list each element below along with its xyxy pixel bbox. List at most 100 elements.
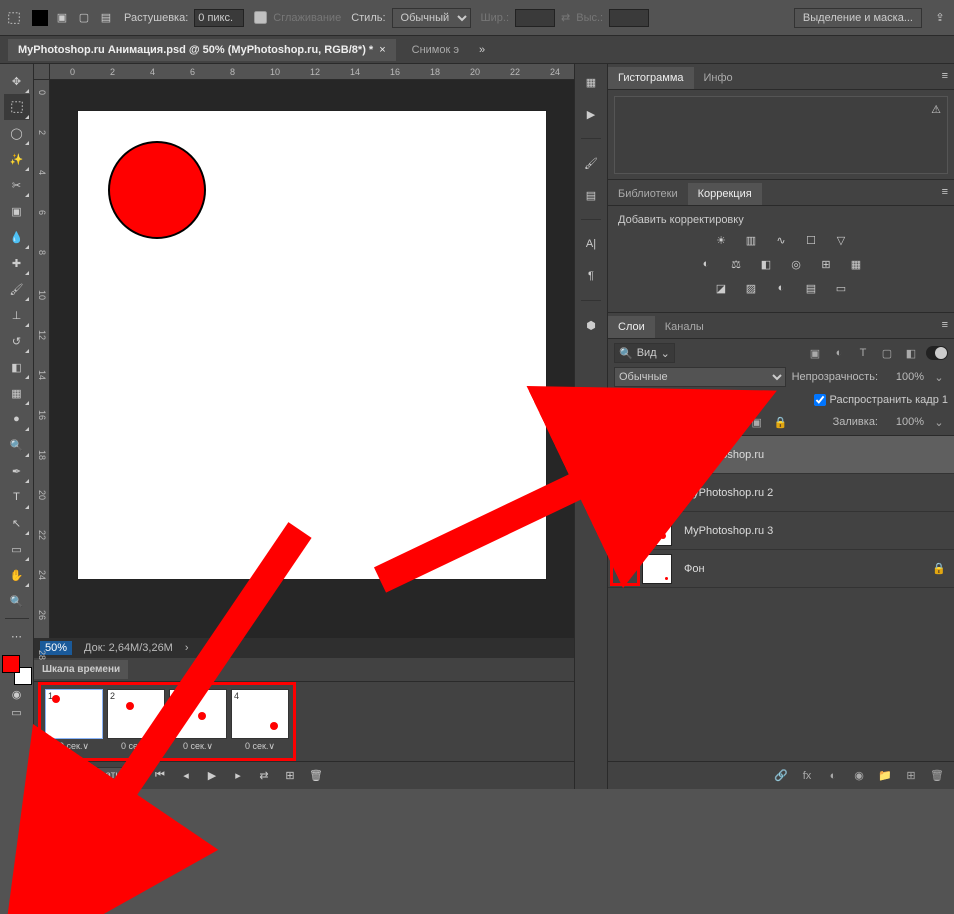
prev-frame-button[interactable]: ◂ — [176, 766, 196, 786]
document-tab-active[interactable]: MyPhotoshop.ru Анимация.psd @ 50% (MyPho… — [8, 39, 396, 61]
duplicate-frame-button[interactable]: ⊞ — [280, 766, 300, 786]
tab-histogram[interactable]: Гистограмма — [608, 67, 694, 89]
threshold-icon[interactable]: ◐ — [771, 280, 791, 296]
panel-menu-icon[interactable]: ≡ — [942, 319, 948, 331]
tab-channels[interactable]: Каналы — [655, 316, 714, 338]
healing-tool[interactable]: ✚ — [4, 250, 30, 276]
levels-icon[interactable]: ▥ — [741, 232, 761, 248]
style-select[interactable]: Обычный — [392, 8, 471, 28]
play-button[interactable]: ▶ — [202, 766, 222, 786]
crop-tool[interactable]: ✂ — [4, 172, 30, 198]
balance-icon[interactable]: ⚖ — [726, 256, 746, 272]
gradient-map-icon[interactable]: ▭ — [831, 280, 851, 296]
pen-tool[interactable]: ✒ — [4, 458, 30, 484]
group-icon[interactable]: 📁 — [876, 767, 894, 785]
exposure-icon[interactable]: ☐ — [801, 232, 821, 248]
timeline-frame[interactable]: 40 сек.∨ — [231, 689, 289, 754]
brightness-icon[interactable]: ☀ — [711, 232, 731, 248]
add-selection-icon[interactable]: ▣ — [54, 10, 70, 26]
brush-tool[interactable]: 🖌 — [4, 276, 30, 302]
brushes-panel-icon[interactable]: 🖌 — [579, 151, 603, 175]
canvas-viewport[interactable] — [50, 80, 574, 638]
filter-smart-icon[interactable]: ◧ — [902, 344, 920, 362]
timeline-menu-icon[interactable]: ≡ — [40, 766, 60, 786]
screenmode-icon[interactable]: ▭ — [6, 703, 28, 721]
lock-pixels-icon[interactable]: 🖌 — [700, 413, 718, 431]
unify-vis-icon[interactable]: 👁 — [728, 391, 746, 409]
tab-info[interactable]: Инфо — [694, 67, 743, 89]
history-brush-tool[interactable]: ↺ — [4, 328, 30, 354]
layer-mask-icon[interactable]: ◐ — [824, 767, 842, 785]
lookup-icon[interactable]: ▦ — [846, 256, 866, 272]
hand-tool[interactable]: ✋ — [4, 562, 30, 588]
lock-all-icon[interactable]: 🔒 — [772, 413, 790, 431]
next-frame-button[interactable]: ▸ — [228, 766, 248, 786]
layer-thumbnail[interactable] — [642, 478, 672, 508]
lasso-tool[interactable]: ◯ — [4, 120, 30, 146]
adjustment-layer-icon[interactable]: ◉ — [850, 767, 868, 785]
layer-row[interactable]: 👁 MyPhotoshop.ru — [608, 436, 954, 474]
edit-toolbar-icon[interactable]: ⋯ — [4, 623, 30, 649]
filter-adj-icon[interactable]: ◐ — [830, 344, 848, 362]
timeline-frame[interactable]: 30 сек.∨ — [169, 689, 227, 754]
color-panel-icon[interactable]: ▦ — [579, 70, 603, 94]
tabs-overflow-icon[interactable]: » — [479, 44, 485, 56]
layer-row[interactable]: Фон 🔒 — [608, 550, 954, 588]
tween-button[interactable]: ⇄ — [254, 766, 274, 786]
mixer-icon[interactable]: ⊞ — [816, 256, 836, 272]
chevron-down-icon[interactable]: ⌄ — [930, 413, 948, 431]
play-panel-icon[interactable]: ▶ — [579, 102, 603, 126]
warning-icon[interactable]: ⚠ — [931, 103, 941, 116]
share-icon[interactable]: ⇪ — [932, 10, 948, 26]
first-frame-button[interactable]: ⏮ — [150, 766, 170, 786]
frame-delay[interactable]: 0 сек.∨ — [45, 739, 103, 754]
selective-icon[interactable]: ▤ — [801, 280, 821, 296]
stamp-tool[interactable]: ⊥ — [4, 302, 30, 328]
timeline-tab[interactable]: Шкала времени — [34, 660, 128, 679]
new-layer-icon[interactable]: ⊞ — [902, 767, 920, 785]
color-swatches[interactable] — [2, 655, 32, 685]
timeline-frame[interactable]: 10 сек.∨ — [45, 689, 103, 754]
loop-select[interactable]: Однократно — [66, 767, 144, 785]
tab-libraries[interactable]: Библиотеки — [608, 183, 688, 205]
frame-delay[interactable]: 0 сек.∨ — [231, 739, 289, 754]
blur-tool[interactable]: ● — [4, 406, 30, 432]
tab-adjustments[interactable]: Коррекция — [688, 183, 762, 205]
magic-wand-tool[interactable]: ✨ — [4, 146, 30, 172]
feather-input[interactable] — [194, 9, 244, 27]
3d-panel-icon[interactable]: ⬢ — [579, 313, 603, 337]
eyedropper-tool[interactable]: 💧 — [4, 224, 30, 250]
frame-tool[interactable]: ▣ — [4, 198, 30, 224]
close-tab-icon[interactable]: × — [379, 44, 385, 56]
invert-icon[interactable]: ◪ — [711, 280, 731, 296]
vibrance-icon[interactable]: ▽ — [831, 232, 851, 248]
filter-shape-icon[interactable]: ▢ — [878, 344, 896, 362]
photo-filter-icon[interactable]: ◎ — [786, 256, 806, 272]
fg-color[interactable] — [2, 655, 20, 673]
layer-thumbnail[interactable] — [642, 516, 672, 546]
posterize-icon[interactable]: ▨ — [741, 280, 761, 296]
curves-icon[interactable]: ∿ — [771, 232, 791, 248]
canvas[interactable] — [77, 110, 547, 580]
panel-menu-icon[interactable]: ≡ — [942, 70, 948, 82]
link-layers-icon[interactable]: 🔗 — [772, 767, 790, 785]
delete-frame-button[interactable]: 🗑 — [306, 766, 326, 786]
character-panel-icon[interactable]: A| — [579, 232, 603, 256]
eraser-tool[interactable]: ◧ — [4, 354, 30, 380]
status-menu-icon[interactable]: › — [185, 642, 189, 654]
zoom-tool[interactable]: 🔍 — [4, 588, 30, 614]
move-tool[interactable]: ✥ — [4, 68, 30, 94]
gradient-tool[interactable]: ▦ — [4, 380, 30, 406]
unify-pos-icon[interactable]: ✥ — [704, 391, 722, 409]
opacity-value[interactable]: 100% — [884, 371, 924, 383]
swatches-panel-icon[interactable]: ▤ — [579, 183, 603, 207]
path-select-tool[interactable]: ↖ — [4, 510, 30, 536]
new-selection-icon[interactable] — [32, 10, 48, 26]
filter-type-icon[interactable]: T — [854, 344, 872, 362]
propagate-checkbox[interactable]: Распространить кадр 1 — [814, 394, 948, 406]
lock-pos-icon[interactable]: ✥ — [724, 413, 742, 431]
lock-artboard-icon[interactable]: ▣ — [748, 413, 766, 431]
bw-icon[interactable]: ◧ — [756, 256, 776, 272]
select-and-mask-button[interactable]: Выделение и маска... — [794, 8, 922, 28]
timeline-frame[interactable]: 20 сек.∨ — [107, 689, 165, 754]
